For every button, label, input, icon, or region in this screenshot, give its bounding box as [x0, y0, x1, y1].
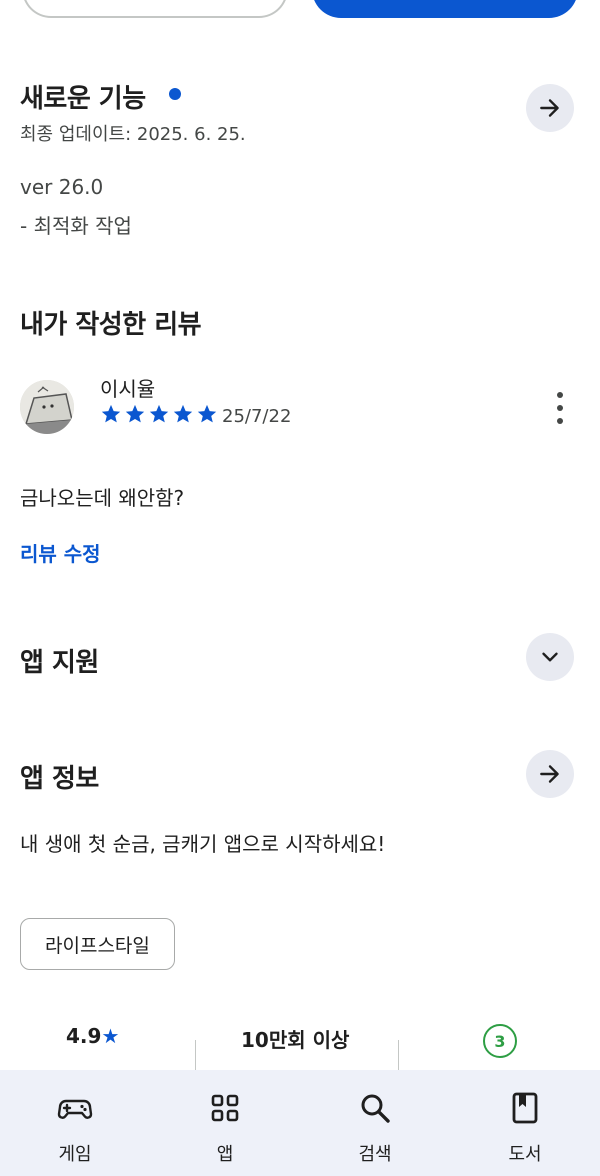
book-icon — [512, 1092, 538, 1124]
downloads-stat: 10만회 이상 — [241, 1028, 350, 1052]
reviewer-name: 이시율 — [100, 377, 156, 401]
rating-value: 4.9 — [66, 1024, 102, 1048]
star-icon — [197, 404, 217, 423]
nav-item-games[interactable]: 게임 — [0, 1070, 150, 1176]
app-info-title: 앱 정보 — [20, 764, 99, 794]
star-icon — [149, 404, 169, 423]
more-options-button[interactable] — [546, 392, 574, 424]
gamepad-icon — [57, 1099, 93, 1119]
primary-action-button[interactable] — [312, 0, 578, 18]
secondary-action-button[interactable] — [22, 0, 288, 18]
app-support-expand-button[interactable] — [526, 633, 574, 681]
nav-label-search: 검색 — [358, 1144, 392, 1165]
more-vert-icon — [557, 392, 563, 398]
nav-label-games: 게임 — [58, 1144, 92, 1165]
avatar — [20, 380, 74, 434]
arrow-right-icon — [540, 765, 559, 783]
my-review-title: 내가 작성한 리뷰 — [20, 310, 202, 340]
category-chip[interactable]: 라이프스타일 — [20, 918, 175, 970]
star-icon: ★ — [101, 1024, 120, 1048]
nav-label-books: 도서 — [508, 1144, 542, 1165]
whats-new-title: 새로운 기능 — [20, 84, 146, 114]
nav-item-books[interactable]: 도서 — [450, 1070, 600, 1176]
release-note: - 최적화 작업 — [20, 214, 132, 238]
app-support-title: 앱 지원 — [20, 648, 99, 678]
chevron-down-icon — [542, 652, 558, 662]
arrow-right-icon — [540, 99, 559, 117]
review-date: 25/7/22 — [222, 406, 292, 427]
bottom-navigation: 게임 앱 검색 도서 — [0, 1070, 600, 1176]
search-icon — [361, 1094, 390, 1123]
nav-item-search[interactable]: 검색 — [300, 1070, 450, 1176]
review-body: 금나오는데 왜안함? — [20, 486, 185, 510]
app-description: 내 생애 첫 순금, 금캐기 앱으로 시작하세요! — [20, 832, 386, 856]
last-updated: 최종 업데이트: 2025. 6. 25. — [20, 124, 246, 145]
nav-item-apps[interactable]: 앱 — [150, 1070, 300, 1176]
nav-label-apps: 앱 — [216, 1144, 234, 1165]
apps-grid-icon — [211, 1094, 239, 1122]
star-rating — [100, 403, 218, 425]
star-icon — [101, 404, 121, 423]
rating-stat: 4.9★ — [66, 1024, 119, 1048]
star-icon — [125, 404, 145, 423]
age-rating-badge: 3 — [483, 1024, 517, 1058]
version-text: ver 26.0 — [20, 175, 104, 199]
app-info-arrow-button[interactable] — [526, 750, 574, 798]
avatar-image — [20, 380, 74, 434]
star-icon — [173, 404, 193, 423]
edit-review-link[interactable]: 리뷰 수정 — [20, 538, 101, 567]
new-indicator-dot — [169, 88, 181, 100]
whats-new-arrow-button[interactable] — [526, 84, 574, 132]
